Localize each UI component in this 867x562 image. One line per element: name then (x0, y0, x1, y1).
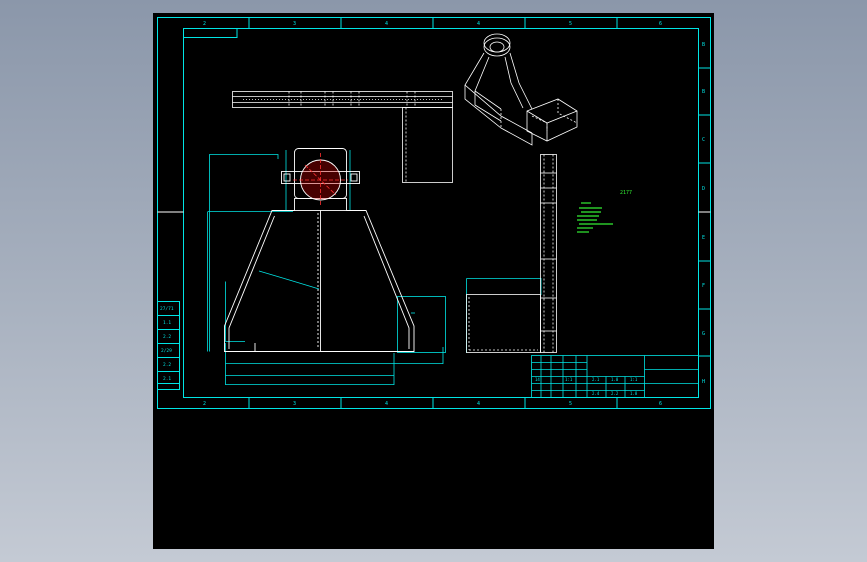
annotation-title: 2177 (620, 190, 632, 196)
right-zone-label: H (702, 379, 705, 385)
annotation-notes (577, 202, 613, 233)
right-zone-label: F (702, 283, 705, 289)
bottom-zone-label: 4 (477, 401, 480, 407)
cad-viewer[interactable]: 2 3 4 4 5 6 2 3 4 4 5 6 B B C D E F G H … (153, 13, 714, 549)
top-zone-label: 5 (569, 21, 572, 27)
top-zone-label: 3 (293, 21, 296, 27)
arm-top-view (232, 91, 453, 183)
side-view (466, 154, 557, 353)
top-zone-label: 4 (477, 21, 480, 27)
side-channel (540, 154, 557, 353)
bottom-zone-label: 6 (659, 401, 662, 407)
title-block-cell: 1:1 (565, 377, 573, 382)
left-table-cell: 2.2 (163, 362, 171, 368)
right-zone-label: B (702, 89, 705, 95)
bottom-zone-label: 3 (293, 401, 296, 407)
bottom-zone-label: 4 (385, 401, 388, 407)
right-zone-label: B (702, 42, 705, 48)
dimension-line (209, 154, 279, 352)
title-block-cell: 2.1 (592, 377, 600, 382)
title-block-cell: 1.0 (611, 377, 619, 382)
right-zone-label: E (702, 235, 705, 241)
left-table-cell: 2.2 (163, 334, 171, 340)
title-block-cell: 2.4 (592, 391, 600, 396)
isometric-view (464, 33, 578, 146)
left-table-cell: 27/71 (160, 306, 174, 312)
side-plate-dim (397, 296, 446, 353)
side-base-box (466, 294, 541, 353)
title-block-cell: 1:1 (630, 377, 638, 382)
title-block-cell: 1.8 (630, 391, 638, 396)
bottom-zone-label: 2 (203, 401, 206, 407)
left-table-cell: 2/29 (161, 348, 172, 354)
drawing-frame (157, 17, 711, 409)
title-block-cell: 2.2 (611, 391, 619, 396)
title-block-cell: 14 (535, 377, 540, 382)
front-elevation (207, 148, 542, 385)
cad-drawing-sheet: 2 3 4 4 5 6 2 3 4 4 5 6 B B C D E F G H … (157, 17, 711, 409)
inner-frame-border (183, 28, 699, 398)
bottom-zone-label: 5 (569, 401, 572, 407)
left-table-cell: 1.1 (163, 320, 171, 326)
right-zone-label: G (702, 331, 705, 337)
arm-drop-plate (402, 107, 453, 183)
right-zone-label: C (702, 137, 705, 143)
top-zone-label: 6 (659, 21, 662, 27)
right-zone-label: D (702, 186, 705, 192)
top-zone-label: 4 (385, 21, 388, 27)
tapered-support-plate (224, 210, 415, 352)
outer-frame-border (157, 17, 711, 409)
title-block-text: 14 1:1 2.1 1.0 1:1 2.4 2.2 1.8 (535, 377, 638, 396)
zone-labels: 2 3 4 4 5 6 2 3 4 4 5 6 B B C D E F G H (203, 21, 705, 407)
top-zone-label: 2 (203, 21, 206, 27)
left-table-cell: 2.1 (163, 376, 171, 382)
green-annotations: 2177 (577, 190, 632, 233)
weld-arc (258, 270, 320, 290)
